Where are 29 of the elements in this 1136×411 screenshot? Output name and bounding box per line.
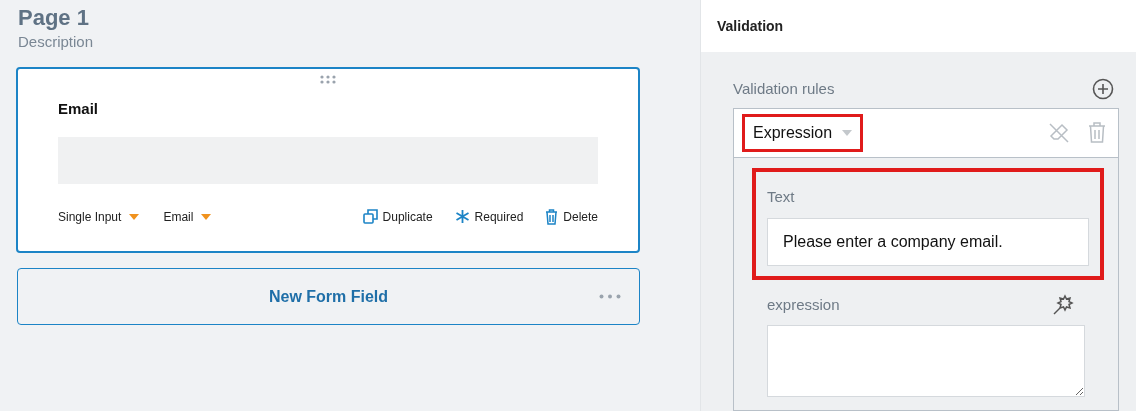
field-label: expression (767, 295, 840, 315)
panel-header: Validation (701, 0, 1136, 52)
field-label: Email (58, 99, 100, 119)
rule-type-dropdown[interactable]: Expression (742, 113, 864, 152)
caret-icon (129, 213, 140, 220)
asterisk-icon (454, 209, 470, 224)
add-icon[interactable] (1092, 78, 1114, 101)
page-description: Description (17, 32, 95, 52)
copy-icon (362, 209, 378, 224)
input-type-dropdown[interactable]: Single Input (58, 207, 140, 226)
field-label: Text (767, 186, 796, 207)
delete-button[interactable]: Delete (545, 207, 598, 226)
new-form-field-button[interactable]: New Form Field (17, 268, 640, 325)
duplicate-button[interactable]: Duplicate (362, 207, 433, 226)
caret-icon (842, 129, 853, 136)
drag-handle-icon[interactable] (320, 75, 336, 84)
text-input-field[interactable]: Please enter a company email. (767, 218, 1089, 266)
form-field-card[interactable]: Email Single Input Email Duplicate Required Delete (16, 67, 640, 253)
format-dropdown[interactable]: Email (163, 207, 212, 226)
trash-icon (545, 208, 559, 225)
expression-text-area[interactable] (767, 324, 1085, 397)
page-title: Page 1 (17, 4, 90, 32)
trash-icon[interactable] (1088, 122, 1106, 143)
magic-wand-icon[interactable] (1052, 294, 1074, 317)
more-icon[interactable] (599, 294, 621, 299)
eraser-icon[interactable] (1048, 121, 1070, 144)
required-button[interactable]: Required (454, 207, 524, 226)
section-label: Validation rules (733, 79, 835, 99)
caret-icon (201, 213, 212, 220)
